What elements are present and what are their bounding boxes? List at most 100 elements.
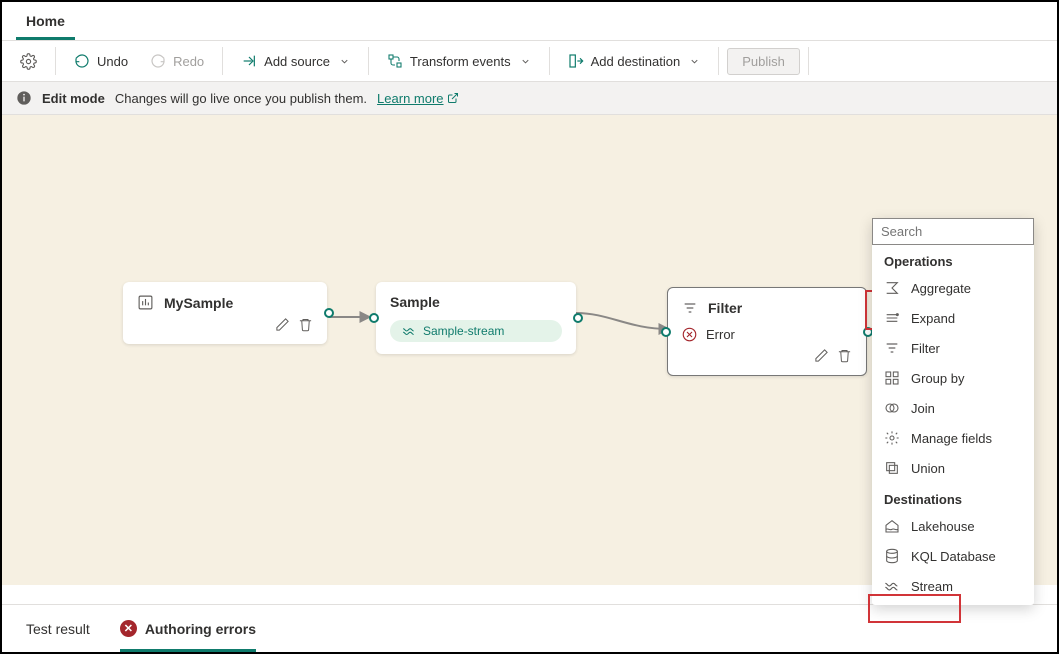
node-sample[interactable]: Sample Sample-stream — [376, 282, 576, 354]
chevron-down-icon — [689, 56, 700, 67]
lakehouse-icon — [884, 518, 900, 534]
expand-icon — [884, 310, 900, 326]
learn-more-link[interactable]: Learn more — [377, 91, 458, 106]
dest-label: KQL Database — [911, 549, 996, 564]
divider — [222, 47, 223, 75]
op-expand[interactable]: Expand — [872, 303, 1034, 333]
edge — [574, 305, 674, 337]
publish-button[interactable]: Publish — [727, 48, 800, 75]
stream-icon — [884, 578, 900, 594]
op-label: Filter — [911, 341, 940, 356]
bottom-tabs: Test result ✕ Authoring errors — [2, 604, 1057, 652]
divider — [368, 47, 369, 75]
divider — [549, 47, 550, 75]
output-port[interactable] — [324, 308, 334, 318]
stream-chip[interactable]: Sample-stream — [390, 320, 562, 342]
op-label: Join — [911, 401, 935, 416]
settings-button[interactable] — [10, 48, 47, 75]
input-port[interactable] — [369, 313, 379, 323]
dest-label: Stream — [911, 579, 953, 594]
dest-stream[interactable]: Stream — [872, 571, 1034, 601]
transform-button[interactable]: Transform events — [377, 48, 541, 74]
learn-more-label: Learn more — [377, 91, 443, 106]
redo-icon — [150, 53, 166, 69]
error-row: Error — [682, 327, 852, 342]
op-join[interactable]: Join — [872, 393, 1034, 423]
add-menu: Operations Aggregate Expand Filter Group… — [872, 218, 1034, 605]
redo-button[interactable]: Redo — [140, 48, 214, 74]
node-filter[interactable]: Filter Error — [667, 287, 867, 376]
dest-label: Lakehouse — [911, 519, 975, 534]
error-badge-icon: ✕ — [120, 620, 137, 637]
manage-fields-icon — [884, 430, 900, 446]
op-filter[interactable]: Filter — [872, 333, 1034, 363]
input-port[interactable] — [661, 327, 671, 337]
database-icon — [884, 548, 900, 564]
filter-icon — [884, 340, 900, 356]
op-aggregate[interactable]: Aggregate — [872, 273, 1034, 303]
union-icon — [884, 460, 900, 476]
dest-kql[interactable]: KQL Database — [872, 541, 1034, 571]
undo-icon — [74, 53, 90, 69]
op-groupby[interactable]: Group by — [872, 363, 1034, 393]
node-title-text: MySample — [164, 295, 233, 311]
chart-icon — [137, 294, 154, 311]
op-label: Union — [911, 461, 945, 476]
op-label: Group by — [911, 371, 964, 386]
node-title-text: Filter — [708, 300, 742, 316]
add-destination-icon — [568, 53, 584, 69]
tab-label: Test result — [26, 621, 90, 637]
join-icon — [884, 400, 900, 416]
chevron-down-icon — [520, 56, 531, 67]
undo-label: Undo — [97, 54, 128, 69]
filter-icon — [682, 300, 698, 316]
add-destination-label: Add destination — [591, 54, 681, 69]
stream-label: Sample-stream — [423, 324, 504, 338]
groupby-icon — [884, 370, 900, 386]
node-title: Filter — [682, 300, 852, 316]
add-destination-button[interactable]: Add destination — [558, 48, 711, 74]
op-manage-fields[interactable]: Manage fields — [872, 423, 1034, 453]
info-bar: Edit mode Changes will go live once you … — [2, 82, 1057, 115]
aggregate-icon — [884, 280, 900, 296]
divider — [718, 47, 719, 75]
destinations-header: Destinations — [872, 483, 1034, 511]
redo-label: Redo — [173, 54, 204, 69]
tab-authoring-errors[interactable]: ✕ Authoring errors — [120, 605, 256, 652]
delete-icon[interactable] — [837, 348, 852, 363]
divider — [808, 47, 809, 75]
tab-test-result[interactable]: Test result — [26, 605, 90, 652]
edit-icon[interactable] — [814, 348, 829, 363]
gear-icon — [20, 53, 37, 70]
op-label: Manage fields — [911, 431, 992, 446]
search-input[interactable] — [872, 218, 1034, 245]
edge — [327, 307, 375, 327]
tab-label: Authoring errors — [145, 621, 256, 637]
add-source-icon — [241, 53, 257, 69]
toolbar: Undo Redo Add source Transform events Ad… — [2, 41, 1057, 82]
edit-mode-label: Edit mode — [42, 91, 105, 106]
undo-button[interactable]: Undo — [64, 48, 138, 74]
op-label: Expand — [911, 311, 955, 326]
info-icon — [16, 90, 32, 106]
operations-header: Operations — [872, 245, 1034, 273]
divider — [55, 47, 56, 75]
add-source-button[interactable]: Add source — [231, 48, 360, 74]
chevron-down-icon — [339, 56, 350, 67]
transform-icon — [387, 53, 403, 69]
info-message: Changes will go live once you publish th… — [115, 91, 367, 106]
node-title: MySample — [137, 294, 313, 311]
op-union[interactable]: Union — [872, 453, 1034, 483]
error-label: Error — [706, 327, 735, 342]
tab-home[interactable]: Home — [16, 8, 75, 40]
op-label: Aggregate — [911, 281, 971, 296]
node-mysample[interactable]: MySample — [123, 282, 327, 344]
dest-lakehouse[interactable]: Lakehouse — [872, 511, 1034, 541]
stream-icon — [402, 324, 416, 338]
error-icon — [682, 327, 697, 342]
edit-icon[interactable] — [275, 317, 290, 332]
node-title: Sample — [390, 294, 562, 310]
node-title-text: Sample — [390, 294, 440, 310]
delete-icon[interactable] — [298, 317, 313, 332]
output-port[interactable] — [573, 313, 583, 323]
